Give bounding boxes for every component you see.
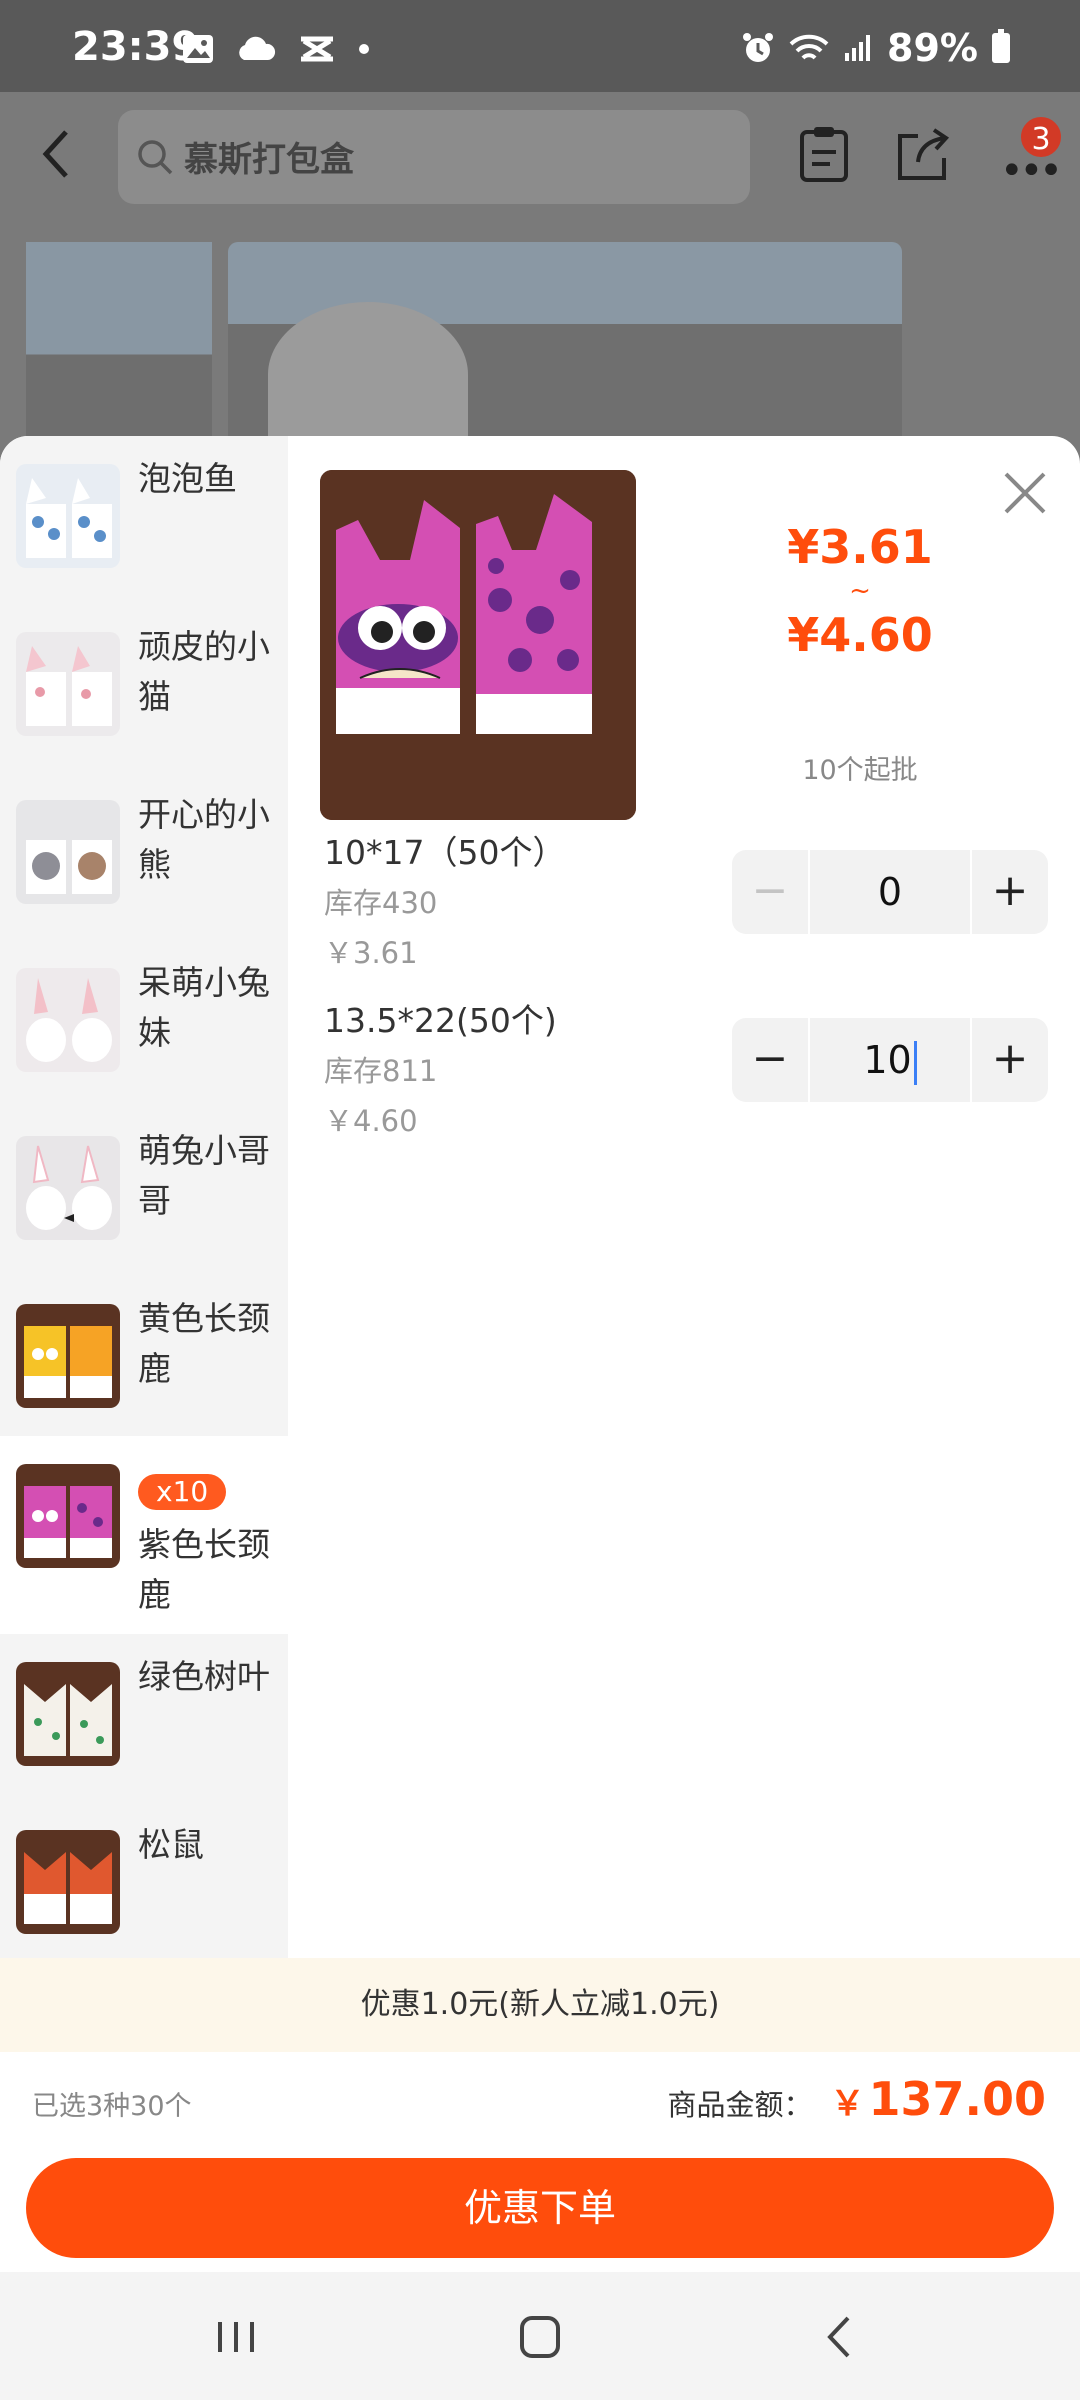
variant-thumbnail (16, 1136, 120, 1240)
price-high: ¥4.60 (787, 608, 933, 662)
price-low: ¥3.61 (787, 520, 933, 574)
capcut-icon (301, 36, 333, 62)
sku-row: 13.5*22(50个) 库存811 ￥4.60 − 10 + (324, 996, 1064, 1166)
variant-item[interactable]: 黄色长颈鹿 (0, 1276, 288, 1444)
variant-thumbnail (16, 1464, 120, 1568)
quantity-stepper: − 10 + (732, 1018, 1048, 1102)
decrease-button[interactable]: − (732, 850, 810, 934)
variant-name: 顽皮的小猫 (138, 627, 270, 716)
place-order-button[interactable]: 优惠下单 (26, 2158, 1054, 2258)
variant-list[interactable]: 泡泡鱼 顽皮的小猫 开心的小熊 呆萌小兔妹 萌兔小哥哥 黄色长颈鹿 x10 紫色… (0, 436, 288, 1958)
status-bar: 23:39 89% (0, 0, 1080, 92)
variant-name: 松鼠 (138, 1825, 204, 1864)
variant-name: 呆萌小兔妹 (138, 963, 270, 1052)
variant-thumbnail (16, 464, 120, 568)
variant-thumbnail (16, 1830, 120, 1934)
wifi-icon (789, 34, 829, 60)
variant-thumbnail (16, 1662, 120, 1766)
share-icon[interactable] (894, 124, 954, 184)
text-cursor (913, 1040, 917, 1085)
increase-button[interactable]: + (970, 850, 1048, 934)
promo-bar: 优惠1.0元(新人立减1.0元) (0, 1958, 1080, 2052)
variant-name: 开心的小熊 (138, 795, 270, 884)
decrease-button[interactable]: − (732, 1018, 810, 1102)
sku-price: ￥4.60 (324, 1104, 418, 1138)
variant-name: 绿色树叶 (138, 1657, 270, 1696)
quantity-value: 10 (863, 1038, 912, 1082)
variant-item[interactable]: 绿色树叶 (0, 1634, 288, 1802)
order-summary: 已选3种30个 商品金额： ￥ 137.00 (0, 2052, 1080, 2152)
search-text: 慕斯打包盒 (184, 140, 354, 180)
system-icons: 89% (741, 26, 1010, 70)
search-icon (138, 140, 173, 175)
cloud-icon (239, 36, 276, 60)
variant-item[interactable]: 顽皮的小猫 (0, 604, 288, 772)
search-box[interactable]: 慕斯打包盒 (118, 110, 750, 204)
notification-icons (182, 34, 370, 64)
quantity-input[interactable]: 0 (812, 850, 968, 934)
dot-icon (359, 44, 369, 54)
background-photo (26, 242, 212, 447)
selected-count: 已选3种30个 (32, 2091, 192, 2122)
status-time: 23:39 (72, 24, 200, 70)
variant-name: 萌兔小哥哥 (138, 1131, 270, 1220)
total-amount: 商品金额： ￥ 137.00 (667, 2072, 1046, 2126)
variant-name: 泡泡鱼 (138, 459, 237, 498)
battery-icon (992, 29, 1010, 63)
increase-button[interactable]: + (970, 1018, 1048, 1102)
cart-badge: 3 (1018, 114, 1064, 160)
battery-percent: 89% (887, 26, 978, 70)
variant-qty-badge: x10 (138, 1474, 227, 1510)
quantity-stepper: − 0 + (732, 850, 1048, 934)
product-image (320, 470, 636, 820)
total-value: 137.00 (868, 2072, 1046, 2126)
variant-item-selected[interactable]: x10 紫色长颈鹿 (0, 1436, 288, 1634)
back-icon[interactable] (812, 2312, 872, 2362)
variant-thumbnail (16, 800, 120, 904)
variant-thumbnail (16, 968, 120, 1072)
variant-thumbnail (16, 1304, 120, 1408)
close-icon[interactable] (1000, 468, 1050, 518)
price-range: ¥3.61 ~ ¥4.60 (720, 520, 1000, 662)
variant-item[interactable]: 泡泡鱼 (0, 436, 288, 604)
home-icon[interactable] (510, 2312, 570, 2362)
variant-item[interactable]: 开心的小熊 (0, 772, 288, 940)
variant-thumbnail (16, 632, 120, 736)
background-photo-main (228, 242, 902, 447)
sku-row: 10*17（50个） 库存430 ￥3.61 − 0 + (324, 828, 1064, 998)
currency-symbol: ￥ (830, 2084, 865, 2124)
signal-icon (845, 35, 871, 61)
variant-name: 黄色长颈鹿 (138, 1299, 270, 1388)
gallery-icon (183, 35, 213, 63)
min-order-text: 10个起批 (802, 755, 918, 786)
variant-item[interactable]: 松鼠 (0, 1802, 288, 1970)
variant-name: 紫色长颈鹿 (138, 1525, 270, 1614)
total-label: 商品金额： (667, 2088, 813, 2122)
alarm-icon (743, 33, 774, 62)
back-arrow-icon[interactable] (34, 124, 78, 184)
price-tilde: ~ (849, 576, 871, 606)
system-nav-bar (0, 2272, 1080, 2400)
quantity-input[interactable]: 10 (812, 1018, 968, 1102)
recent-apps-icon[interactable] (206, 2312, 266, 2362)
sku-price: ￥3.61 (324, 936, 418, 970)
variant-item[interactable]: 萌兔小哥哥 (0, 1108, 288, 1276)
product-page-header: 慕斯打包盒 ••• 3 (0, 92, 1080, 252)
sku-selector-sheet: 泡泡鱼 顽皮的小猫 开心的小熊 呆萌小兔妹 萌兔小哥哥 黄色长颈鹿 x10 紫色… (0, 436, 1080, 2272)
variant-item[interactable]: 呆萌小兔妹 (0, 940, 288, 1108)
clipboard-icon[interactable] (794, 124, 854, 184)
